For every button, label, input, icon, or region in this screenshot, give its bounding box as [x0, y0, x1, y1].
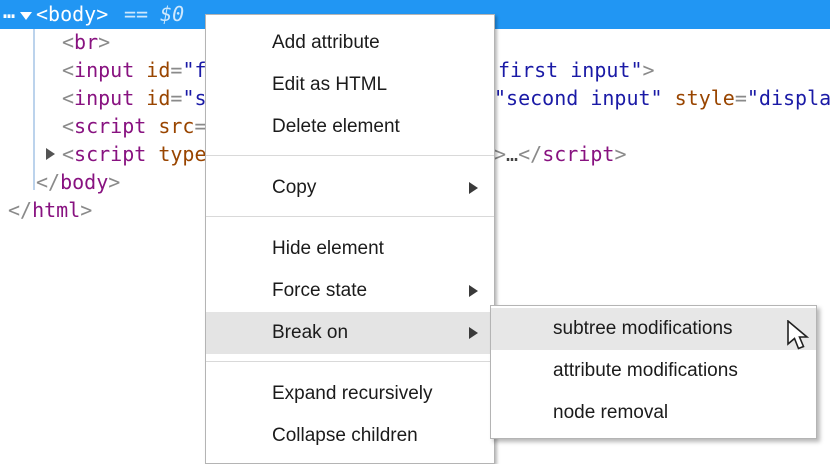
menu-item-collapse-children[interactable]: Collapse children: [206, 415, 494, 457]
menu-item-force-state[interactable]: Force state: [206, 270, 494, 312]
attr-name: id: [134, 86, 171, 110]
bracket: <: [62, 86, 75, 110]
tag-name: script: [542, 142, 615, 166]
menu-item-label: Hide element: [272, 238, 384, 259]
tag-name: script: [74, 114, 147, 138]
collapsed-content-ellipsis[interactable]: …: [506, 142, 518, 166]
bracket: <: [62, 142, 75, 166]
indent-guide: [33, 29, 35, 190]
menu-item-expand-recursively[interactable]: Expand recursively: [206, 373, 494, 415]
menu-item-label: Edit as HTML: [272, 74, 388, 95]
dom-row-body-close[interactable]: </body>: [36, 168, 120, 196]
tag-name: script: [74, 142, 147, 166]
menu-item-label: Add attribute: [272, 32, 380, 53]
equals: =: [734, 86, 747, 110]
dom-row-html-close[interactable]: </html>: [8, 196, 92, 224]
bracket: >: [80, 198, 93, 222]
menu-item-break-on[interactable]: Break on: [206, 312, 494, 354]
menu-item-add-attribute[interactable]: Add attribute: [206, 22, 494, 64]
dom-row-input-second-cont[interactable]: "second input" style="display: [494, 84, 830, 112]
menu-item-label: subtree modifications: [553, 318, 733, 339]
tag-name: input: [74, 86, 135, 110]
caret-right-icon[interactable]: [46, 148, 55, 160]
menu-item-label: Copy: [272, 177, 317, 198]
tag-name: br: [74, 30, 99, 54]
menu-item-hide-element[interactable]: Hide element: [206, 228, 494, 270]
tag-name: input: [74, 58, 135, 82]
bracket: </: [8, 198, 33, 222]
submenu-arrow-icon: [469, 182, 478, 194]
equals: =: [170, 86, 183, 110]
bracket: >: [108, 170, 121, 194]
menu-item-label: attribute modifications: [553, 360, 738, 381]
break-on-submenu: subtree modifications attribute modifica…: [490, 305, 817, 439]
attr-value: "s: [182, 86, 207, 110]
dom-row-input-first[interactable]: <input id="f: [62, 56, 207, 84]
context-menu: Add attribute Edit as HTML Delete elemen…: [205, 14, 495, 464]
submenu-item-attribute-modifications[interactable]: attribute modifications: [491, 350, 816, 392]
tag-name: html: [32, 198, 81, 222]
menu-item-copy[interactable]: Copy: [206, 167, 494, 209]
overflow-ellipsis-icon[interactable]: …: [3, 0, 15, 26]
attr-value: "display: [746, 86, 830, 110]
menu-item-label: Delete element: [272, 116, 400, 137]
attr-name: type: [146, 142, 207, 166]
bracket: >: [98, 30, 111, 54]
attr-name: id: [134, 58, 171, 82]
bracket: >: [642, 58, 655, 82]
console-hint: == $0: [124, 2, 185, 26]
submenu-item-subtree-modifications[interactable]: subtree modifications: [491, 308, 816, 350]
bracket: >: [614, 142, 627, 166]
submenu-item-node-removal[interactable]: node removal: [491, 392, 816, 434]
dom-row-input-first-cont[interactable]: first input">: [498, 56, 655, 84]
menu-separator: [206, 216, 494, 217]
bracket: <: [62, 58, 75, 82]
bracket: </: [518, 142, 543, 166]
attr-name: style: [662, 86, 735, 110]
dom-row-br[interactable]: <br>: [62, 28, 110, 56]
menu-item-label: Expand recursively: [272, 383, 433, 404]
submenu-arrow-icon: [469, 327, 478, 339]
mouse-cursor-icon: [787, 320, 810, 350]
menu-item-label: node removal: [553, 402, 669, 423]
equals: =: [170, 58, 183, 82]
dom-row-script-type-cont[interactable]: >…</script>: [494, 140, 626, 168]
menu-separator: [206, 361, 494, 362]
menu-item-label: Force state: [272, 280, 368, 301]
attr-value: "f: [182, 58, 207, 82]
bracket: <: [62, 30, 75, 54]
menu-item-label: Break on: [272, 322, 349, 343]
bracket: </: [36, 170, 61, 194]
bracket: <: [62, 114, 75, 138]
dom-row-script-type[interactable]: <script type: [62, 140, 207, 168]
menu-item-delete-element[interactable]: Delete element: [206, 106, 494, 148]
attr-name: src: [146, 114, 195, 138]
menu-item-edit-as-html[interactable]: Edit as HTML: [206, 64, 494, 106]
dom-row-input-second[interactable]: <input id="s: [62, 84, 207, 112]
menu-item-label: Collapse children: [272, 425, 418, 446]
attr-value: first input": [498, 58, 643, 82]
submenu-arrow-icon: [469, 285, 478, 297]
dom-row-script-src[interactable]: <script src=: [62, 112, 207, 140]
bracket: >: [494, 142, 507, 166]
attr-value: "second input": [494, 86, 663, 110]
menu-separator: [206, 155, 494, 156]
tag-name: body: [60, 170, 109, 194]
tag-body: <body>: [36, 2, 109, 26]
caret-down-icon[interactable]: [20, 12, 32, 20]
